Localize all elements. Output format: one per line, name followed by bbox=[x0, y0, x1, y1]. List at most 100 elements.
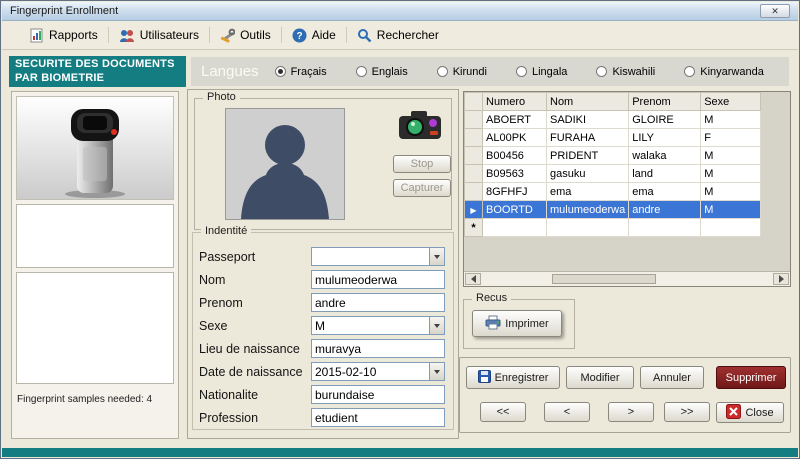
cell-prenom[interactable]: GLOIRE bbox=[629, 111, 701, 129]
lieu-input[interactable] bbox=[311, 339, 445, 358]
cell-empty[interactable] bbox=[701, 219, 761, 237]
radio-lingala[interactable]: Lingala bbox=[516, 66, 567, 78]
row-selector-cell[interactable] bbox=[465, 201, 483, 219]
prenom-input[interactable] bbox=[311, 293, 445, 312]
field-row-passeport: Passeport bbox=[199, 245, 449, 268]
table-row[interactable]: ABOERT SADIKI GLOIRE M bbox=[465, 111, 761, 129]
grid-horizontal-scrollbar[interactable] bbox=[464, 271, 790, 286]
cell-numero[interactable]: BOORTD bbox=[483, 201, 547, 219]
passeport-input[interactable] bbox=[311, 247, 445, 266]
cell-nom[interactable]: FURAHA bbox=[547, 129, 629, 147]
sexe-label: Sexe bbox=[199, 319, 311, 333]
cell-prenom[interactable]: andre bbox=[629, 201, 701, 219]
modify-button[interactable]: Modifier bbox=[566, 366, 634, 389]
cell-sexe[interactable]: M bbox=[701, 183, 761, 201]
cell-nom[interactable]: mulumeoderwa bbox=[547, 201, 629, 219]
radio-kiswahili[interactable]: Kiswahili bbox=[596, 66, 655, 78]
radio-francais[interactable]: Fraçais bbox=[275, 66, 327, 78]
cell-numero[interactable]: 8GFHFJ bbox=[483, 183, 547, 201]
toolbar-item-rechercher[interactable]: Rechercher bbox=[350, 25, 446, 46]
scroll-left-button[interactable] bbox=[465, 273, 481, 285]
nationalite-input[interactable] bbox=[311, 385, 445, 404]
row-selector-cell[interactable] bbox=[465, 165, 483, 183]
new-record-row[interactable]: * bbox=[465, 219, 761, 237]
photo-legend: Photo bbox=[203, 91, 240, 103]
cell-sexe[interactable]: M bbox=[701, 111, 761, 129]
radio-kirundi[interactable]: Kirundi bbox=[437, 66, 487, 78]
toolbar-item-utilisateurs[interactable]: Utilisateurs bbox=[112, 25, 206, 46]
printer-icon bbox=[485, 315, 501, 333]
capture-button-label: Capturer bbox=[401, 182, 444, 194]
arrow-left-icon bbox=[467, 275, 476, 283]
save-button[interactable]: Enregistrer bbox=[466, 366, 560, 389]
report-icon bbox=[29, 28, 44, 43]
cell-nom[interactable]: PRIDENT bbox=[547, 147, 629, 165]
table-row[interactable]: BOORTD mulumeoderwa andre M bbox=[465, 201, 761, 219]
nationalite-label: Nationalite bbox=[199, 388, 311, 402]
cell-numero[interactable]: AL00PK bbox=[483, 129, 547, 147]
cell-prenom[interactable]: land bbox=[629, 165, 701, 183]
toolbar-item-aide[interactable]: ? Aide bbox=[285, 25, 343, 46]
nav-first-button[interactable]: << bbox=[480, 402, 526, 422]
table-row[interactable]: B00456 PRIDENT walaka M bbox=[465, 147, 761, 165]
nom-input[interactable] bbox=[311, 270, 445, 289]
row-selector-cell[interactable] bbox=[465, 129, 483, 147]
cell-prenom[interactable]: walaka bbox=[629, 147, 701, 165]
radio-icon bbox=[275, 66, 286, 77]
cell-prenom[interactable]: LILY bbox=[629, 129, 701, 147]
profession-input[interactable] bbox=[311, 408, 445, 427]
radio-label: Fraçais bbox=[291, 66, 327, 78]
cell-nom[interactable]: ema bbox=[547, 183, 629, 201]
stop-button[interactable]: Stop bbox=[393, 155, 451, 173]
close-icon: ✕ bbox=[771, 6, 779, 17]
cell-sexe[interactable]: M bbox=[701, 147, 761, 165]
scroll-right-button[interactable] bbox=[773, 273, 789, 285]
row-selector-cell[interactable] bbox=[465, 147, 483, 165]
row-selector-cell[interactable] bbox=[465, 183, 483, 201]
cell-nom[interactable]: gasuku bbox=[547, 165, 629, 183]
cell-empty[interactable] bbox=[547, 219, 629, 237]
radio-kinyarwanda[interactable]: Kinyarwanda bbox=[684, 66, 764, 78]
table-row[interactable]: AL00PK FURAHA LILY F bbox=[465, 129, 761, 147]
scrollbar-thumb[interactable] bbox=[552, 274, 656, 284]
cell-nom[interactable]: SADIKI bbox=[547, 111, 629, 129]
sexe-input[interactable] bbox=[311, 316, 445, 335]
cell-numero[interactable]: ABOERT bbox=[483, 111, 547, 129]
column-header-nom[interactable]: Nom bbox=[547, 93, 629, 111]
cell-sexe[interactable]: F bbox=[701, 129, 761, 147]
capture-button[interactable]: Capturer bbox=[393, 179, 451, 197]
cell-prenom[interactable]: ema bbox=[629, 183, 701, 201]
nav-previous-button[interactable]: < bbox=[544, 402, 590, 422]
delete-button[interactable]: Supprimer bbox=[716, 366, 786, 389]
close-button[interactable]: ✕ bbox=[760, 4, 790, 18]
nav-next-button[interactable]: > bbox=[608, 402, 654, 422]
cancel-button[interactable]: Annuler bbox=[640, 366, 704, 389]
table-row[interactable]: 8GFHFJ ema ema M bbox=[465, 183, 761, 201]
nom-label: Nom bbox=[199, 273, 311, 287]
close-form-button[interactable]: Close bbox=[716, 402, 784, 423]
radio-englais[interactable]: Englais bbox=[356, 66, 408, 78]
date-input[interactable] bbox=[311, 362, 445, 381]
row-selector-cell[interactable] bbox=[465, 111, 483, 129]
column-header-sexe[interactable]: Sexe bbox=[701, 93, 761, 111]
svg-text:?: ? bbox=[296, 31, 302, 42]
table-row[interactable]: B09563 gasuku land M bbox=[465, 165, 761, 183]
column-header-numero[interactable]: Numero bbox=[483, 93, 547, 111]
column-header-prenom[interactable]: Prenom bbox=[629, 93, 701, 111]
cell-empty[interactable] bbox=[483, 219, 547, 237]
cell-sexe[interactable]: M bbox=[701, 165, 761, 183]
date-dropdown-button[interactable] bbox=[429, 363, 444, 380]
grid-selector-header bbox=[465, 93, 483, 111]
nav-last-button[interactable]: >> bbox=[664, 402, 710, 422]
close-x-icon bbox=[726, 404, 741, 422]
toolbar-item-outils[interactable]: Outils bbox=[213, 25, 278, 46]
close-form-label: Close bbox=[745, 407, 773, 419]
toolbar-item-rapports[interactable]: Rapports bbox=[22, 25, 105, 46]
print-button[interactable]: Imprimer bbox=[472, 310, 562, 337]
cell-empty[interactable] bbox=[629, 219, 701, 237]
sexe-dropdown-button[interactable] bbox=[429, 317, 444, 334]
cell-numero[interactable]: B09563 bbox=[483, 165, 547, 183]
cell-sexe[interactable]: M bbox=[701, 201, 761, 219]
passeport-dropdown-button[interactable] bbox=[429, 248, 444, 265]
cell-numero[interactable]: B00456 bbox=[483, 147, 547, 165]
